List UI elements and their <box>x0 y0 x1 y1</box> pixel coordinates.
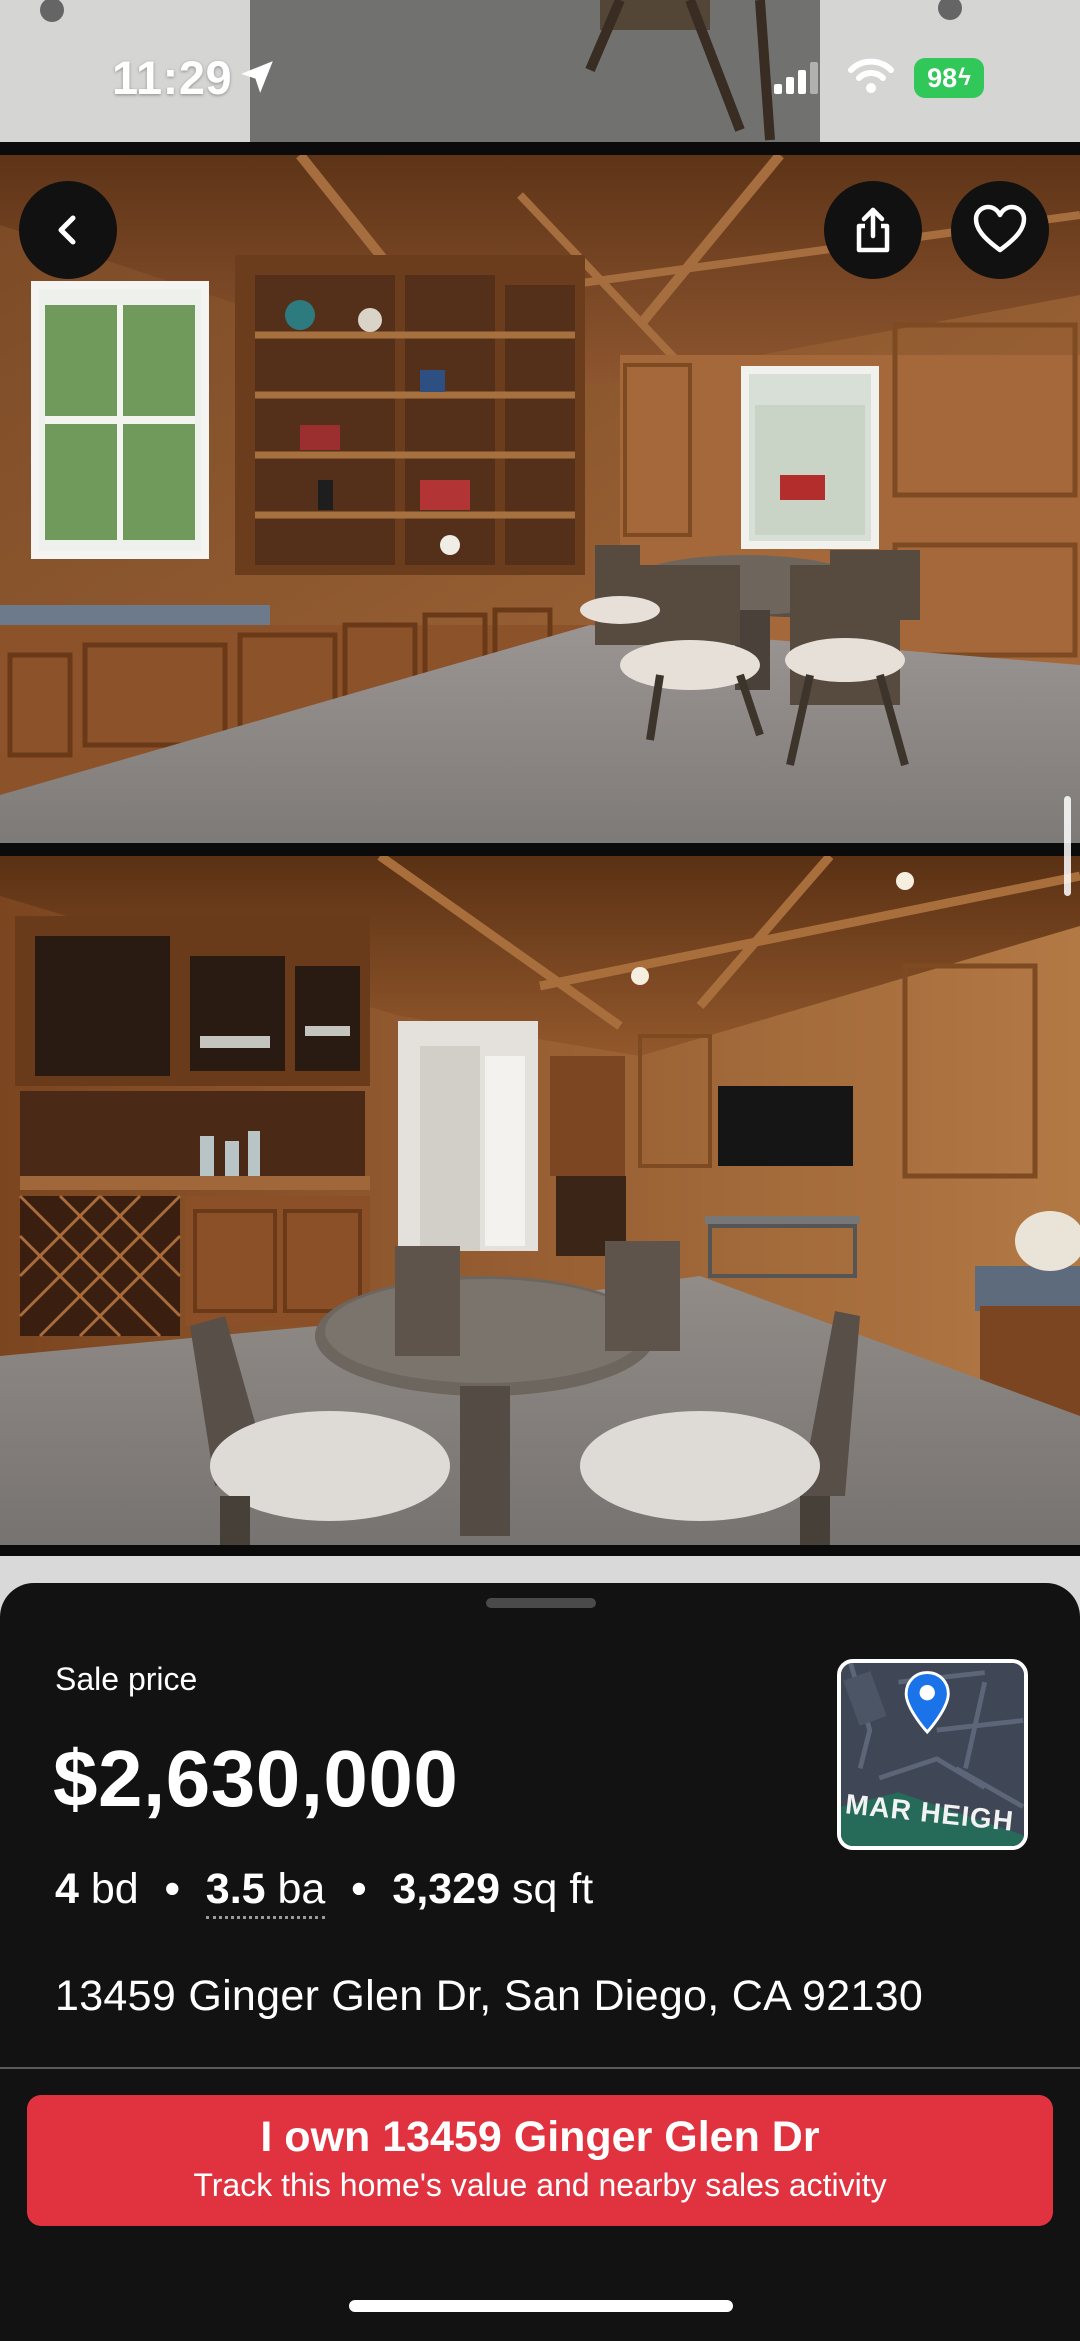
chevron-left-icon <box>58 215 76 245</box>
status-bar: 11:29 98 ϟ <box>0 0 1080 142</box>
listing-photo-study[interactable] <box>0 155 1080 843</box>
share-icon <box>856 207 890 253</box>
photo-gap <box>0 142 1080 155</box>
sheet-grabber[interactable] <box>486 1598 596 1608</box>
i-own-this-home-button[interactable]: I own 13459 Ginger Glen Dr Track this ho… <box>27 2095 1053 2226</box>
baths-value: 3.5 <box>205 1865 266 1913</box>
heart-icon <box>973 204 1027 253</box>
sale-price-label: Sale price <box>55 1661 198 1697</box>
wifi-icon <box>848 58 894 93</box>
listing-summary-sheet: Sale price $2,630,000 4 bd • 3.5 ba • 3,… <box>0 1583 1080 2341</box>
listing-specs: 4 bd • 3.5 ba • 3,329 sq ft <box>55 1865 593 1919</box>
map-thumbnail[interactable]: MAR HEIGH <box>837 1659 1028 1850</box>
home-indicator[interactable] <box>349 2300 733 2312</box>
baths-unit: ba <box>277 1865 326 1913</box>
cta-subtitle: Track this home's value and nearby sales… <box>193 2167 887 2203</box>
beds-value: 4 <box>55 1865 79 1913</box>
photo-gap <box>0 1545 1080 1556</box>
sqft-unit: sq ft <box>511 1865 594 1913</box>
back-button[interactable] <box>19 181 117 279</box>
cta-title: I own 13459 Ginger Glen Dr <box>260 2113 820 2161</box>
listing-detail-screen: 11:29 98 ϟ Sale price $2,630,000 4 bd • … <box>0 0 1080 2341</box>
listing-photo-dining[interactable] <box>0 856 1080 1545</box>
scroll-indicator <box>1064 796 1071 896</box>
spec-separator: • <box>164 1865 180 1913</box>
sqft-value: 3,329 <box>392 1865 501 1913</box>
battery-indicator: 98 ϟ <box>914 58 984 98</box>
baths-detail[interactable]: 3.5 ba <box>205 1865 326 1919</box>
listing-price: $2,630,000 <box>53 1734 459 1823</box>
beds-unit: bd <box>90 1865 139 1913</box>
sheet-divider <box>0 2067 1080 2069</box>
location-arrow-icon <box>241 61 273 93</box>
listing-address: 13459 Ginger Glen Dr, San Diego, CA 9213… <box>55 1972 924 2020</box>
cellular-signal-icon <box>774 62 818 94</box>
spec-separator: • <box>351 1865 367 1913</box>
photo-gap <box>0 843 1080 856</box>
status-time: 11:29 <box>112 51 233 104</box>
share-button[interactable] <box>824 181 922 279</box>
charging-bolt-icon: ϟ <box>958 64 971 91</box>
battery-level: 98 <box>927 62 958 93</box>
favorite-button[interactable] <box>951 181 1049 279</box>
